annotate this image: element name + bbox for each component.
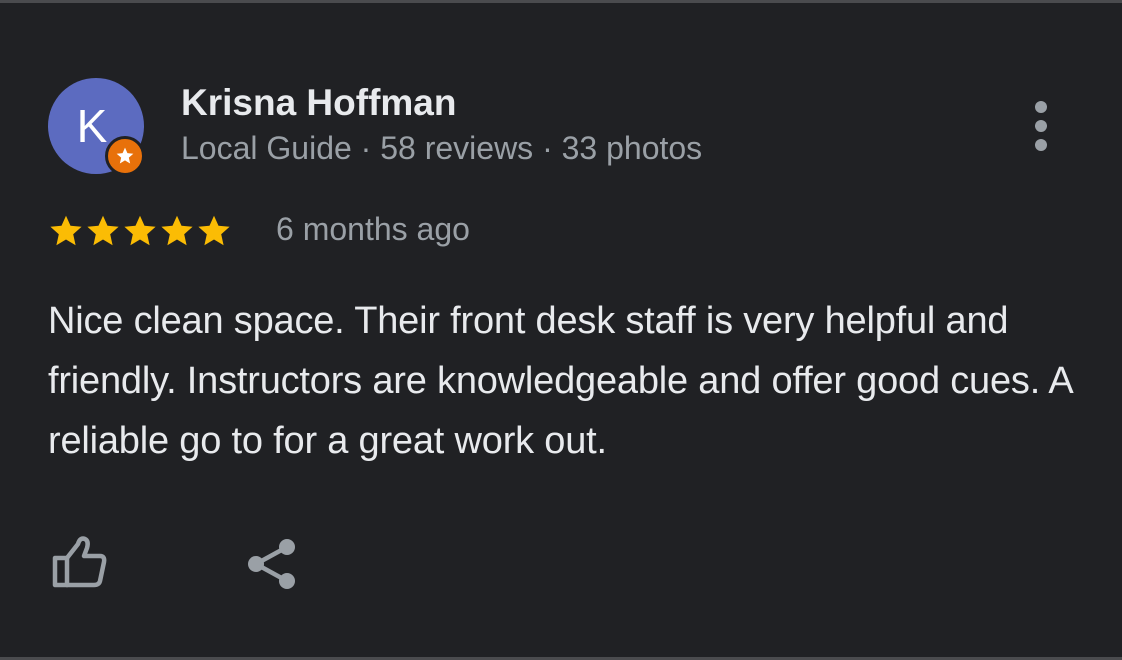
review-text: Nice clean space. Their front desk staff… (48, 300, 1072, 462)
more-options-button[interactable] (1020, 95, 1062, 157)
star-icon (198, 215, 230, 246)
review-date: 6 months ago (276, 211, 470, 247)
reviewer-name[interactable]: Krisna Hoffman (181, 82, 456, 124)
share-button[interactable] (236, 529, 306, 595)
share-icon (248, 539, 295, 589)
thumbs-up-icon (52, 536, 107, 588)
more-vert-icon-dot (1035, 120, 1047, 132)
more-vert-icon (1035, 101, 1047, 113)
review-card: K Krisna Hoffman Local Guide · 58 review… (0, 0, 1122, 660)
star-icon (87, 215, 119, 246)
local-guide-badge-icon (105, 136, 145, 176)
more-vert-icon-dot (1035, 139, 1047, 151)
star-rating (48, 211, 232, 251)
like-button[interactable] (44, 529, 114, 595)
star-icon (124, 215, 156, 246)
star-icon (161, 215, 193, 246)
star-icon (50, 215, 82, 246)
reviewer-meta: Local Guide · 58 reviews · 33 photos (181, 130, 703, 166)
